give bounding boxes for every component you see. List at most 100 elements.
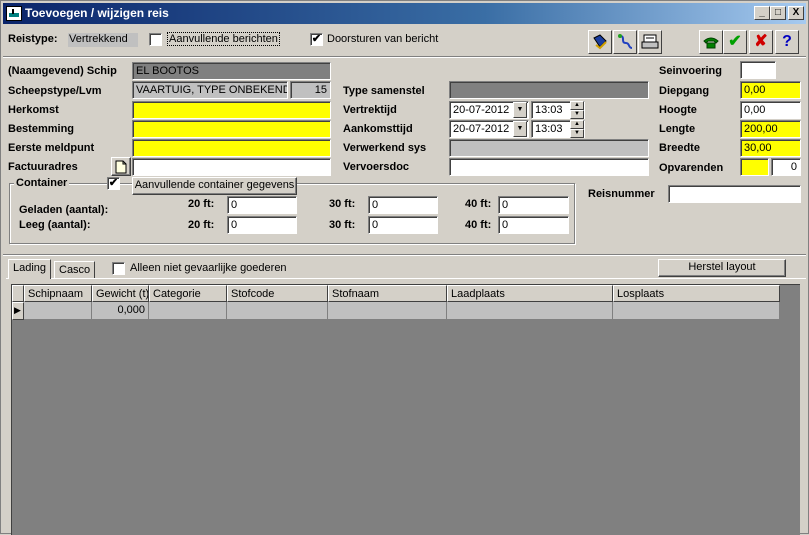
geladen-30ft-field[interactable]: 0 xyxy=(368,196,438,214)
col-header-stofnaam[interactable]: Stofnaam xyxy=(328,285,447,302)
window-title: Toevoegen / wijzigen reis xyxy=(25,6,169,20)
title-bar[interactable]: Toevoegen / wijzigen reis _ □ X xyxy=(3,3,806,24)
aankomst-time-spinner[interactable]: ▲ ▼ xyxy=(570,120,584,138)
vervoersdoc-label: Vervoersdoc xyxy=(343,161,410,173)
type-samenstel-label: Type samenstel xyxy=(343,85,425,97)
col-header-schipnaam[interactable]: Schipnaam xyxy=(24,285,92,302)
breedte-label: Breedte xyxy=(659,142,700,154)
phone-icon[interactable] xyxy=(699,30,723,54)
doorsturen-label: Doorsturen van bericht xyxy=(327,33,439,45)
factuuradres-label: Factuuradres xyxy=(8,161,78,173)
geladen-20ft-field[interactable]: 0 xyxy=(227,196,297,214)
printer-icon[interactable] xyxy=(638,30,662,54)
verwerkend-sys-label: Verwerkend sys xyxy=(343,142,427,154)
diepgang-label: Diepgang xyxy=(659,85,710,97)
lengte-field[interactable]: 200,00 xyxy=(740,120,801,138)
container-checkbox[interactable]: ✔ xyxy=(107,177,120,190)
col-header-laadplaats[interactable]: Laadplaats xyxy=(447,285,613,302)
doorsturen-checkbox[interactable]: ✔ xyxy=(310,33,323,46)
cancel-icon[interactable]: ✘ xyxy=(749,30,773,54)
col-header-categorie[interactable]: Categorie xyxy=(149,285,227,302)
table-cell[interactable] xyxy=(447,302,613,320)
hoogte-label: Hoogte xyxy=(659,104,697,116)
eerste-meldpunt-field[interactable] xyxy=(132,139,331,157)
vertrektijd-label: Vertrektijd xyxy=(343,104,397,116)
app-icon xyxy=(6,6,22,21)
leeg-30ft-label: 30 ft: xyxy=(329,219,356,231)
leeg-20ft-field[interactable]: 0 xyxy=(227,216,297,234)
alleen-niet-gevaarlijk-checkbox[interactable] xyxy=(112,262,125,275)
reistype-label: Reistype: xyxy=(8,33,58,45)
leeg-30ft-field[interactable]: 0 xyxy=(368,216,438,234)
vertrek-date-dropdown-icon[interactable]: ▼ xyxy=(513,102,527,118)
aanvullende-container-button[interactable]: Aanvullende container gegevens xyxy=(132,177,297,195)
type-samenstel-field[interactable] xyxy=(449,81,649,99)
leeg-40ft-label: 40 ft: xyxy=(465,219,492,231)
scheepstype-label: Scheepstype/Lvm xyxy=(8,85,102,97)
seinvoering-label: Seinvoering xyxy=(659,65,722,77)
route-icon[interactable] xyxy=(613,30,637,54)
herstel-layout-button[interactable]: Herstel layout xyxy=(658,259,786,277)
maximize-button[interactable]: □ xyxy=(770,6,786,20)
leeg-40ft-field[interactable]: 0 xyxy=(498,216,569,234)
geladen-label: Geladen (aantal): xyxy=(19,204,109,216)
schip-label: (Naamgevend) Schip xyxy=(8,65,117,77)
aanvullende-berichten-label[interactable]: Aanvullende berichten xyxy=(167,32,280,46)
factuuradres-field[interactable] xyxy=(132,158,331,176)
dialog-window: Toevoegen / wijzigen reis _ □ X Reistype… xyxy=(0,0,809,535)
minimize-button[interactable]: _ xyxy=(754,6,770,20)
hoogte-field[interactable]: 0,00 xyxy=(740,101,801,119)
aankomst-date-dropdown-icon[interactable]: ▼ xyxy=(513,121,527,137)
herkomst-label: Herkomst xyxy=(8,104,59,116)
lading-grid[interactable]: Schipnaam Gewicht (t) Categorie Stofcode… xyxy=(11,284,800,535)
aanvullende-berichten-checkbox[interactable] xyxy=(149,33,162,46)
vervoersdoc-field[interactable] xyxy=(449,158,649,176)
opvarenden-field[interactable] xyxy=(740,158,769,176)
grid-corner xyxy=(12,285,24,302)
verwerkend-sys-field[interactable] xyxy=(449,139,649,157)
scheepstype-code-field[interactable]: 15 xyxy=(290,81,331,99)
col-header-stofcode[interactable]: Stofcode xyxy=(227,285,328,302)
herkomst-field[interactable] xyxy=(132,101,331,119)
table-cell[interactable]: 0,000 xyxy=(92,302,149,320)
table-cell[interactable] xyxy=(227,302,328,320)
table-cell[interactable] xyxy=(613,302,780,320)
geladen-40ft-field[interactable]: 0 xyxy=(498,196,569,214)
table-cell[interactable] xyxy=(149,302,227,320)
opvarenden-count-field[interactable]: 0 xyxy=(771,158,801,176)
breedte-field[interactable]: 30,00 xyxy=(740,139,801,157)
vertrek-time-spinner[interactable]: ▲ ▼ xyxy=(570,101,584,119)
seinvoering-field[interactable] xyxy=(740,61,776,79)
schip-field[interactable]: EL BOOTOS xyxy=(132,62,331,80)
diepgang-field[interactable]: 0,00 xyxy=(740,81,801,99)
close-button[interactable]: X xyxy=(788,6,804,20)
top-separator xyxy=(3,56,806,58)
leeg-20ft-label: 20 ft: xyxy=(188,219,215,231)
scheepstype-field[interactable]: VAARTUIG, TYPE ONBEKEND xyxy=(132,81,288,99)
reisnummer-field[interactable] xyxy=(668,185,801,203)
ok-icon[interactable]: ✔ xyxy=(723,30,747,54)
opvarenden-label: Opvarenden xyxy=(659,162,724,174)
geladen-20ft-label: 20 ft: xyxy=(188,198,215,210)
lengte-label: Lengte xyxy=(659,123,696,135)
reisnummer-label: Reisnummer xyxy=(588,188,655,200)
alleen-niet-gevaarlijk-label: Alleen niet gevaarlijke goederen xyxy=(130,262,287,274)
geladen-30ft-label: 30 ft: xyxy=(329,198,356,210)
col-header-gewicht[interactable]: Gewicht (t) xyxy=(92,285,149,302)
document-icon[interactable] xyxy=(111,157,131,176)
middle-separator xyxy=(3,254,806,256)
geladen-40ft-label: 40 ft: xyxy=(465,198,492,210)
table-cell[interactable] xyxy=(328,302,447,320)
help-icon[interactable]: ? xyxy=(775,30,799,54)
book-icon[interactable] xyxy=(588,30,612,54)
tab-lading[interactable]: Lading xyxy=(8,259,52,279)
tab-casco[interactable]: Casco xyxy=(54,261,96,278)
col-header-losplaats[interactable]: Losplaats xyxy=(613,285,780,302)
aankomsttijd-label: Aankomsttijd xyxy=(343,123,413,135)
row-indicator-icon: ▶ xyxy=(12,302,24,320)
bestemming-field[interactable] xyxy=(132,120,331,138)
bestemming-label: Bestemming xyxy=(8,123,75,135)
table-cell[interactable] xyxy=(24,302,92,320)
tab-page-edge xyxy=(6,278,806,279)
reistype-value: Vertrekkend xyxy=(68,33,138,47)
